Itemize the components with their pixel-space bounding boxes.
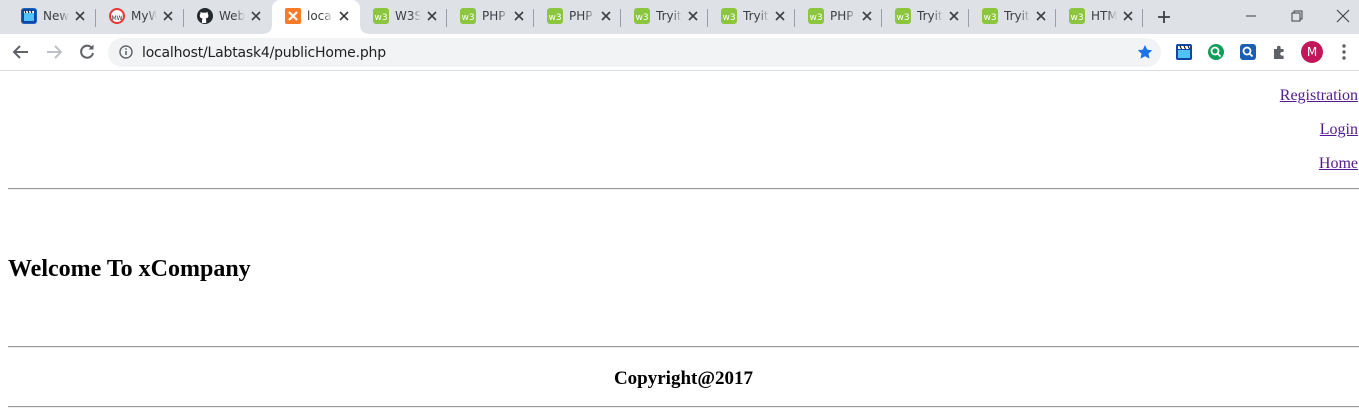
tab[interactable]: w3 Tryit — [882, 0, 969, 34]
login-link[interactable]: Login — [1320, 121, 1358, 139]
tab-strip: New Tab MW MyWeb Web Technologies localh… — [0, 0, 1359, 34]
tab[interactable]: w3 Tryit — [969, 0, 1056, 34]
tab-active[interactable]: localhost — [264, 0, 368, 34]
w3schools-icon: w3 — [982, 8, 998, 24]
copyright-text: Copyright@2017 — [613, 368, 754, 389]
film-ext-icon — [21, 8, 37, 24]
w3schools-icon: w3 — [895, 8, 911, 24]
minimize-icon[interactable] — [1228, 0, 1274, 32]
tab-title: W3Schools — [395, 9, 421, 23]
svg-text:w3: w3 — [1070, 13, 1083, 23]
forward-arrow-icon[interactable] — [44, 42, 64, 62]
tab[interactable]: Web Technologies — [184, 0, 272, 34]
tab-title: PHP — [482, 9, 508, 23]
svg-text:MW: MW — [111, 15, 122, 22]
tab[interactable]: w3 W3Schools — [360, 0, 447, 34]
page-content: Registration Login Home Welcome To xComp… — [0, 71, 1359, 415]
close-tab-icon[interactable] — [1034, 9, 1048, 23]
tab[interactable]: w3 PHP — [447, 0, 534, 34]
svg-text:w3: w3 — [635, 13, 648, 23]
page-heading: Welcome To xCompany — [8, 256, 251, 282]
header-divider — [8, 188, 1359, 190]
close-tab-icon[interactable] — [512, 9, 526, 23]
w3schools-icon: w3 — [721, 8, 737, 24]
github-icon — [197, 8, 213, 24]
tab-title: Tryit — [917, 9, 943, 23]
tab[interactable]: w3 Tryit — [708, 0, 795, 34]
restore-icon[interactable] — [1274, 0, 1320, 32]
svg-text:w3: w3 — [896, 13, 909, 23]
close-tab-icon[interactable] — [860, 9, 874, 23]
tab[interactable]: w3 Tryit — [621, 0, 708, 34]
close-tab-icon[interactable] — [249, 9, 263, 23]
tab-title: Tryit — [656, 9, 682, 23]
tab-title: PHP — [830, 9, 856, 23]
more-menu-icon[interactable] — [1338, 43, 1350, 61]
w3schools-icon: w3 — [547, 8, 563, 24]
close-tab-icon[interactable] — [947, 9, 961, 23]
close-tab-icon[interactable] — [425, 9, 439, 23]
xampp-icon — [285, 8, 301, 24]
close-tab-icon[interactable] — [161, 9, 175, 23]
address-bar[interactable]: localhost/Labtask4/publicHome.php — [108, 38, 1161, 67]
close-tab-icon[interactable] — [337, 9, 351, 23]
footer-divider-top — [8, 346, 1359, 348]
tab[interactable]: MW MyWeb — [96, 0, 184, 34]
bookmark-star-icon[interactable] — [1137, 44, 1153, 60]
tab-separator — [1142, 9, 1143, 27]
tab[interactable]: w3 PHP — [534, 0, 621, 34]
reload-icon[interactable] — [77, 42, 97, 62]
w3schools-icon: w3 — [460, 8, 476, 24]
w3schools-icon: w3 — [808, 8, 824, 24]
tab-title: Web Technologies — [219, 9, 245, 23]
close-tab-icon[interactable] — [1121, 9, 1135, 23]
svg-text:w3: w3 — [461, 13, 474, 23]
close-tab-icon[interactable] — [686, 9, 700, 23]
svg-text:w3: w3 — [374, 13, 387, 23]
tab-title: HTML — [1091, 9, 1117, 23]
green-search-ext-icon[interactable] — [1207, 43, 1225, 61]
back-arrow-icon[interactable] — [11, 42, 31, 62]
tab-title: localhost — [307, 9, 333, 23]
svg-text:w3: w3 — [722, 13, 735, 23]
tab[interactable]: New Tab — [8, 0, 96, 34]
new-tab-plus-icon[interactable] — [1156, 9, 1172, 25]
site-info-icon[interactable] — [119, 45, 133, 59]
w3schools-icon: w3 — [373, 8, 389, 24]
url-text[interactable]: localhost/Labtask4/publicHome.php — [142, 45, 386, 61]
footer-divider-bottom — [8, 406, 1359, 408]
blue-search-ext-icon[interactable] — [1239, 43, 1257, 61]
tab[interactable]: w3 PHP — [795, 0, 882, 34]
tab-title: Tryit — [743, 9, 769, 23]
browser-toolbar: localhost/Labtask4/publicHome.php M — [0, 34, 1359, 71]
extensions-puzzle-icon[interactable] — [1271, 43, 1289, 61]
registration-link[interactable]: Registration — [1280, 87, 1358, 105]
svg-text:w3: w3 — [983, 13, 996, 23]
w3schools-icon: w3 — [1069, 8, 1085, 24]
mw-logo-icon: MW — [109, 8, 125, 24]
tab-title: Tryit — [1004, 9, 1030, 23]
close-tab-icon[interactable] — [73, 9, 87, 23]
clapper-ext-icon[interactable] — [1175, 43, 1193, 61]
close-tab-icon[interactable] — [773, 9, 787, 23]
w3schools-icon: w3 — [634, 8, 650, 24]
close-tab-icon[interactable] — [599, 9, 613, 23]
svg-text:w3: w3 — [548, 13, 561, 23]
tab-title: New Tab — [43, 9, 69, 23]
svg-text:w3: w3 — [809, 13, 822, 23]
tab-title: PHP — [569, 9, 595, 23]
tab[interactable]: w3 HTML — [1056, 0, 1143, 34]
window-close-icon[interactable] — [1320, 0, 1359, 32]
profile-avatar[interactable]: M — [1301, 41, 1323, 63]
tab-title: MyWeb — [131, 9, 157, 23]
home-link[interactable]: Home — [1319, 155, 1358, 173]
